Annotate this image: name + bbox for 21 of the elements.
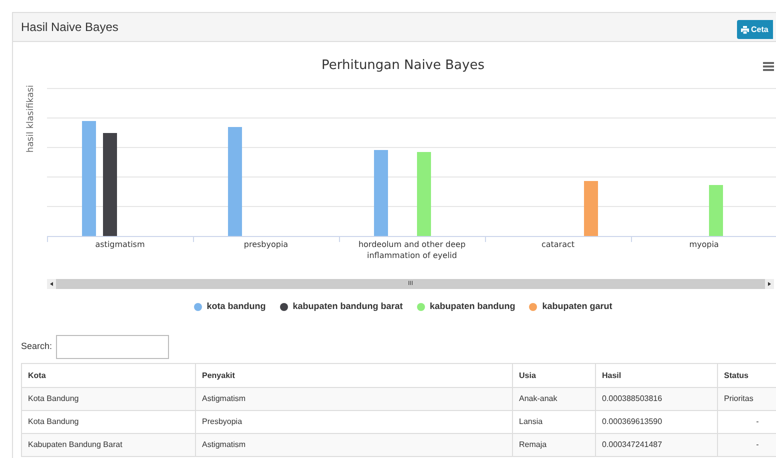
panel-title: Hasil Naive Bayes (21, 19, 118, 36)
print-button[interactable]: Ceta (737, 20, 773, 39)
table-cell: Remaja (512, 434, 596, 456)
column-header[interactable]: Hasil (596, 364, 718, 388)
category-label: astigmatism (94, 239, 146, 251)
table-cell: Astigmatism (196, 434, 512, 456)
chart-title: Perhitungan Naive Bayes (320, 57, 486, 75)
column-header[interactable]: Penyakit (196, 364, 512, 388)
legend-label[interactable]: kabupaten bandung (430, 300, 516, 314)
category-label: hordeolum and other deep inflammation of eyelid (357, 239, 467, 261)
column-header[interactable]: Kota (22, 364, 196, 388)
y-axis-title: hasil klasifikasi (25, 85, 38, 153)
category-label: presbyopia (242, 239, 290, 251)
legend-label[interactable]: kota bandung (206, 300, 266, 314)
category-label: myopia (688, 239, 720, 251)
search-label: Search: (21, 340, 52, 353)
table-cell: Kabupaten Bandung Barat (22, 434, 196, 456)
legend-label[interactable]: kabupaten garut (542, 300, 612, 314)
table-cell: 0.000347241487 (596, 434, 718, 456)
category-label: cataract (540, 239, 576, 251)
legend-label[interactable]: kabupaten bandung barat (292, 300, 403, 314)
